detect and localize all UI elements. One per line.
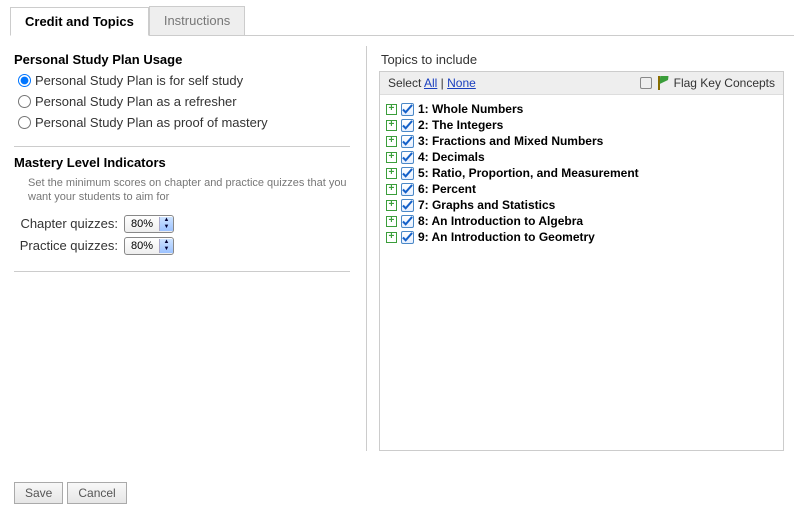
flag-key-concepts[interactable]: Flag Key Concepts [640, 76, 775, 90]
topic-checkbox[interactable] [401, 135, 414, 148]
select-none-link[interactable]: None [447, 76, 476, 90]
usage-option-self-study[interactable]: Personal Study Plan is for self study [18, 73, 350, 88]
topic-checkbox[interactable] [401, 119, 414, 132]
topic-item[interactable]: +8: An Introduction to Algebra [386, 213, 777, 229]
topic-label: 1: Whole Numbers [418, 102, 523, 116]
topics-heading: Topics to include [381, 52, 784, 67]
chapter-quizzes-select[interactable]: 80% ▲▼ [124, 215, 174, 233]
topics-toolbar: Select All | None Flag Key Concepts [380, 72, 783, 95]
flag-checkbox[interactable] [640, 77, 652, 89]
topic-item[interactable]: +7: Graphs and Statistics [386, 197, 777, 213]
topic-item[interactable]: +6: Percent [386, 181, 777, 197]
chapter-quizzes-value: 80% [125, 218, 159, 230]
stepper-icon: ▲▼ [159, 239, 173, 253]
tab-bar: Credit and Topics Instructions [10, 0, 794, 36]
topic-label: 8: An Introduction to Algebra [418, 214, 583, 228]
expand-icon[interactable]: + [386, 184, 397, 195]
flag-label: Flag Key Concepts [674, 76, 775, 90]
topic-label: 5: Ratio, Proportion, and Measurement [418, 166, 639, 180]
cancel-button[interactable]: Cancel [67, 482, 126, 504]
tab-instructions[interactable]: Instructions [149, 6, 245, 35]
usage-label-self-study: Personal Study Plan is for self study [35, 73, 243, 88]
mastery-note: Set the minimum scores on chapter and pr… [28, 176, 350, 205]
topic-checkbox[interactable] [401, 231, 414, 244]
topic-label: 7: Graphs and Statistics [418, 198, 555, 212]
mastery-heading: Mastery Level Indicators [14, 155, 350, 170]
topic-item[interactable]: +5: Ratio, Proportion, and Measurement [386, 165, 777, 181]
expand-icon[interactable]: + [386, 152, 397, 163]
topic-label: 2: The Integers [418, 118, 503, 132]
expand-icon[interactable]: + [386, 136, 397, 147]
topic-label: 3: Fractions and Mixed Numbers [418, 134, 603, 148]
expand-icon[interactable]: + [386, 120, 397, 131]
practice-quizzes-row: Practice quizzes: 80% ▲▼ [14, 237, 350, 255]
expand-icon[interactable]: + [386, 200, 397, 211]
topic-checkbox[interactable] [401, 199, 414, 212]
expand-icon[interactable]: + [386, 216, 397, 227]
topic-checkbox[interactable] [401, 183, 414, 196]
flag-icon [656, 76, 670, 90]
topic-checkbox[interactable] [401, 215, 414, 228]
expand-icon[interactable]: + [386, 168, 397, 179]
usage-radio-refresher[interactable] [18, 95, 31, 108]
topic-label: 6: Percent [418, 182, 476, 196]
topic-checkbox[interactable] [401, 151, 414, 164]
practice-quizzes-label: Practice quizzes: [14, 238, 124, 253]
vertical-divider [366, 46, 367, 451]
expand-icon[interactable]: + [386, 104, 397, 115]
chapter-quizzes-label: Chapter quizzes: [14, 216, 124, 231]
topic-item[interactable]: +9: An Introduction to Geometry [386, 229, 777, 245]
topic-item[interactable]: +2: The Integers [386, 117, 777, 133]
usage-label-mastery: Personal Study Plan as proof of mastery [35, 115, 268, 130]
usage-option-refresher[interactable]: Personal Study Plan as a refresher [18, 94, 350, 109]
section-divider [14, 146, 350, 147]
topic-item[interactable]: +3: Fractions and Mixed Numbers [386, 133, 777, 149]
save-button[interactable]: Save [14, 482, 63, 504]
stepper-icon: ▲▼ [159, 217, 173, 231]
usage-radio-mastery[interactable] [18, 116, 31, 129]
topic-list: +1: Whole Numbers+2: The Integers+3: Fra… [380, 95, 783, 251]
topic-label: 4: Decimals [418, 150, 485, 164]
practice-quizzes-value: 80% [125, 240, 159, 252]
topic-item[interactable]: +1: Whole Numbers [386, 101, 777, 117]
topic-checkbox[interactable] [401, 167, 414, 180]
footer-buttons: Save Cancel [14, 482, 127, 504]
topic-checkbox[interactable] [401, 103, 414, 116]
select-all-link[interactable]: All [424, 76, 437, 90]
topic-item[interactable]: +4: Decimals [386, 149, 777, 165]
select-label: Select [388, 76, 421, 90]
usage-option-mastery[interactable]: Personal Study Plan as proof of mastery [18, 115, 350, 130]
section-divider [14, 271, 350, 272]
chapter-quizzes-row: Chapter quizzes: 80% ▲▼ [14, 215, 350, 233]
usage-label-refresher: Personal Study Plan as a refresher [35, 94, 237, 109]
expand-icon[interactable]: + [386, 232, 397, 243]
practice-quizzes-select[interactable]: 80% ▲▼ [124, 237, 174, 255]
usage-radio-self-study[interactable] [18, 74, 31, 87]
topics-panel: Select All | None Flag Key Concepts +1: … [379, 71, 784, 451]
topic-label: 9: An Introduction to Geometry [418, 230, 595, 244]
tab-credit-topics[interactable]: Credit and Topics [10, 7, 149, 36]
usage-heading: Personal Study Plan Usage [14, 52, 350, 67]
